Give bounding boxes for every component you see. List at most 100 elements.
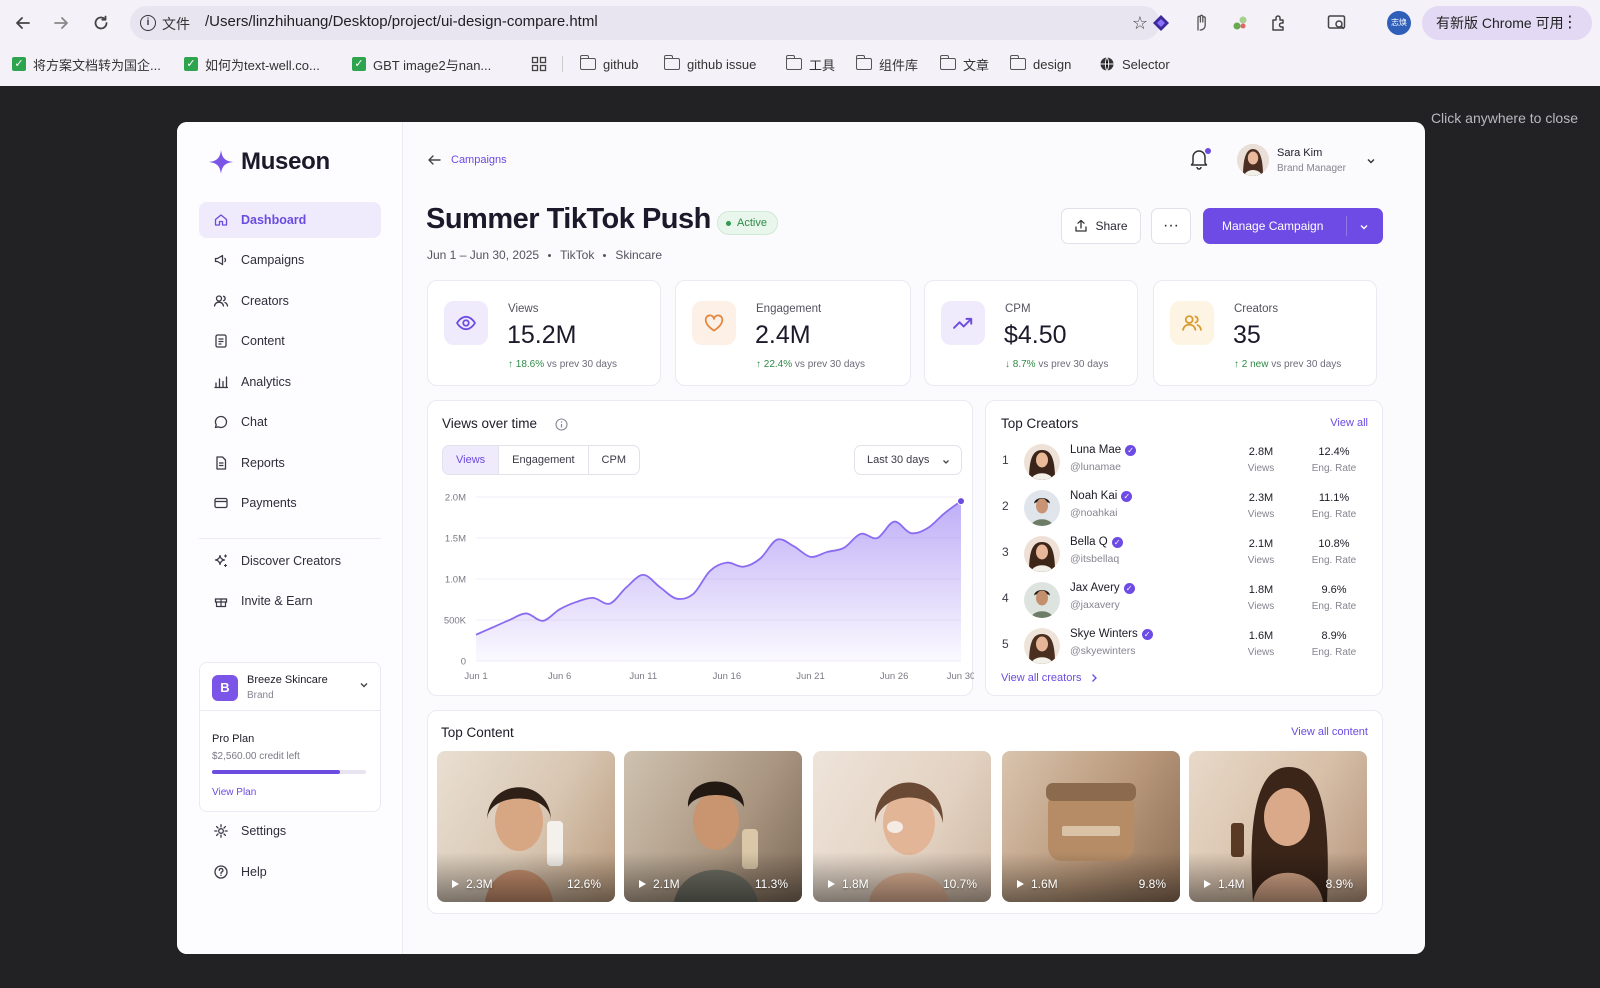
sidebar-item-content[interactable]: Content	[199, 323, 381, 359]
breadcrumb[interactable]: Campaigns	[427, 154, 507, 166]
tab-search-icon[interactable]	[1326, 12, 1348, 34]
sidebar-item-dashboard[interactable]: Dashboard	[199, 202, 381, 238]
content-thumbnail[interactable]: 1.4M 8.9%	[1189, 751, 1367, 902]
bookmark-item[interactable]: github issue	[663, 53, 756, 75]
last-point-marker[interactable]	[957, 497, 965, 506]
user-name[interactable]: Sara Kim	[1277, 147, 1322, 159]
more-options-button[interactable]: ···	[1151, 208, 1191, 244]
content-views: 1.6M	[1016, 877, 1058, 891]
forward-arrow-icon[interactable]	[49, 11, 73, 35]
chevron-down-icon[interactable]	[1358, 221, 1370, 233]
creator-row[interactable]: 5 Skye Winters ✓ @skyewinters 1.6M Views 8.9% E…	[1000, 624, 1365, 668]
sidebar-item-reports[interactable]: Reports	[199, 445, 381, 481]
bookmark-item[interactable]: ✓ 如何为text-well.co...	[184, 53, 320, 75]
creator-eng-rate: 9.6%	[1321, 584, 1347, 596]
folder-icon	[939, 55, 956, 70]
avatar[interactable]	[1024, 628, 1060, 664]
bookmark-item[interactable]: ✓ GBT image2与nan...	[352, 53, 491, 75]
creator-row[interactable]: 3 Bella Q ✓ @itsbellaq 2.1M Views 10.8% Eng. Ra…	[1000, 532, 1365, 576]
content-thumbnail[interactable]: 1.8M 10.7%	[813, 751, 991, 902]
view-all-creators-footer-label: View all creators	[1001, 672, 1082, 684]
creator-row[interactable]: 2 Noah Kai ✓ @noahkai 2.3M Views 11.1% Eng. Rat…	[1000, 486, 1365, 530]
creator-views-label: Views	[1247, 555, 1275, 566]
extension-hand-icon[interactable]	[1190, 12, 1212, 34]
bookmark-item[interactable]: 组件库	[855, 53, 919, 75]
kebab-menu-icon[interactable]: ⋮	[1562, 6, 1578, 40]
sidebar-item-campaigns[interactable]: Campaigns	[199, 242, 381, 278]
bookmark-label: 组件库	[879, 57, 919, 73]
creator-name[interactable]: Skye Winters ✓	[1070, 628, 1153, 640]
extensions-puzzle-icon[interactable]	[1268, 12, 1290, 34]
creator-row[interactable]: 4 Jax Avery ✓ @jaxavery 1.8M Views 9.6% Eng. Ra…	[1000, 578, 1365, 622]
avatar[interactable]	[1024, 444, 1060, 480]
folder-icon	[663, 55, 680, 70]
sidebar-item-discover-creators[interactable]: Discover Creators	[199, 543, 381, 579]
back-arrow-icon[interactable]	[11, 11, 35, 35]
tab-engagement[interactable]: Engagement	[499, 446, 589, 474]
creator-name[interactable]: Jax Avery ✓	[1070, 582, 1135, 594]
sidebar-item-creators[interactable]: Creators	[199, 283, 381, 319]
metric-tabs: Views Engagement CPM	[442, 445, 640, 475]
sidebar-item-invite-earn[interactable]: Invite & Earn	[199, 583, 381, 619]
creator-name[interactable]: Luna Mae ✓	[1070, 444, 1137, 456]
brand-switcher[interactable]: B Breeze Skincare Brand	[200, 663, 380, 711]
bookmark-item[interactable]: ✓ 将方案文档转为国企...	[12, 53, 161, 75]
more-icon: ···	[1163, 217, 1179, 234]
verified-icon: ✓	[1111, 536, 1123, 548]
view-plan-link[interactable]: View Plan	[212, 787, 256, 798]
profile-avatar[interactable]: 志焕	[1387, 11, 1411, 35]
share-button[interactable]: Share	[1061, 208, 1141, 244]
verified-icon: ✓	[1123, 582, 1135, 594]
chrome-update-button[interactable]: 有新版 Chrome 可用 ⋮	[1422, 6, 1592, 40]
sidebar-item-chat[interactable]: Chat	[199, 404, 381, 440]
view-all-content-link[interactable]: View all content	[1291, 726, 1368, 738]
avatar[interactable]	[1237, 144, 1269, 176]
creator-name[interactable]: Noah Kai ✓	[1070, 490, 1133, 502]
tab-cpm[interactable]: CPM	[589, 446, 639, 474]
content-thumbnail[interactable]: 2.1M 11.3%	[624, 751, 802, 902]
creator-views: 1.6M	[1248, 630, 1274, 642]
creator-row[interactable]: 1 Luna Mae ✓ @lunamae 2.8M Views 12.4% Eng. Rat…	[1000, 440, 1365, 484]
date-range-select[interactable]: Last 30 days	[854, 445, 962, 475]
meta-separator	[603, 253, 607, 257]
content-thumbnail[interactable]: 1.6M 9.8%	[1002, 751, 1180, 902]
url-text[interactable]: /Users/linzhihuang/Desktop/project/ui-de…	[205, 13, 598, 30]
breadcrumb-campaigns[interactable]: Campaigns	[451, 154, 507, 166]
kpi-delta: ↓ 8.7% vs prev 30 days	[1005, 359, 1108, 370]
manage-campaign-button[interactable]: Manage Campaign	[1203, 208, 1383, 244]
site-info-icon[interactable]: i	[140, 15, 156, 31]
bookmark-item[interactable]: Selector	[1099, 53, 1170, 75]
close-hint[interactable]: Click anywhere to close	[1431, 110, 1578, 126]
sidebar-item-settings[interactable]: Settings	[199, 813, 381, 849]
extension-dots-icon[interactable]	[1229, 12, 1251, 34]
content-thumbnail[interactable]: 2.3M 12.6%	[437, 751, 615, 902]
avatar[interactable]	[1024, 536, 1060, 572]
logo[interactable]: Museon	[207, 148, 330, 176]
sidebar-item-help[interactable]: Help	[199, 854, 381, 890]
info-icon[interactable]	[555, 418, 568, 431]
creator-views: 2.8M	[1248, 446, 1274, 458]
bookmark-item[interactable]: 工具	[785, 53, 835, 75]
avatar[interactable]	[1024, 490, 1060, 526]
creator-name[interactable]: Bella Q ✓	[1070, 536, 1123, 548]
extension-diamond-icon[interactable]	[1150, 12, 1172, 34]
sidebar-item-analytics[interactable]: Analytics	[199, 364, 381, 400]
bookmark-star-icon[interactable]: ☆	[1132, 13, 1148, 34]
play-icon	[639, 880, 646, 888]
reload-icon[interactable]	[89, 11, 113, 35]
arrow-up-icon: ↑	[508, 359, 513, 370]
tab-views[interactable]: Views	[443, 446, 500, 474]
bookmark-item[interactable]: design	[1009, 53, 1071, 75]
gift-icon	[213, 593, 229, 609]
view-all-creators-link[interactable]: View all	[1330, 417, 1368, 429]
bookmark-item[interactable]: github	[579, 53, 638, 75]
apps-grid-icon[interactable]	[531, 53, 547, 75]
help-icon	[213, 864, 229, 880]
view-all-creators-footer[interactable]: View all creators	[1001, 672, 1098, 684]
address-bar[interactable]: i 文件 /Users/linzhihuang/Desktop/project/…	[130, 6, 1160, 40]
bookmark-label: 将方案文档转为国企...	[33, 57, 161, 73]
chevron-down-icon[interactable]	[1365, 155, 1377, 167]
sidebar-item-payments[interactable]: Payments	[199, 485, 381, 521]
bookmark-item[interactable]: 文章	[939, 53, 989, 75]
avatar[interactable]	[1024, 582, 1060, 618]
